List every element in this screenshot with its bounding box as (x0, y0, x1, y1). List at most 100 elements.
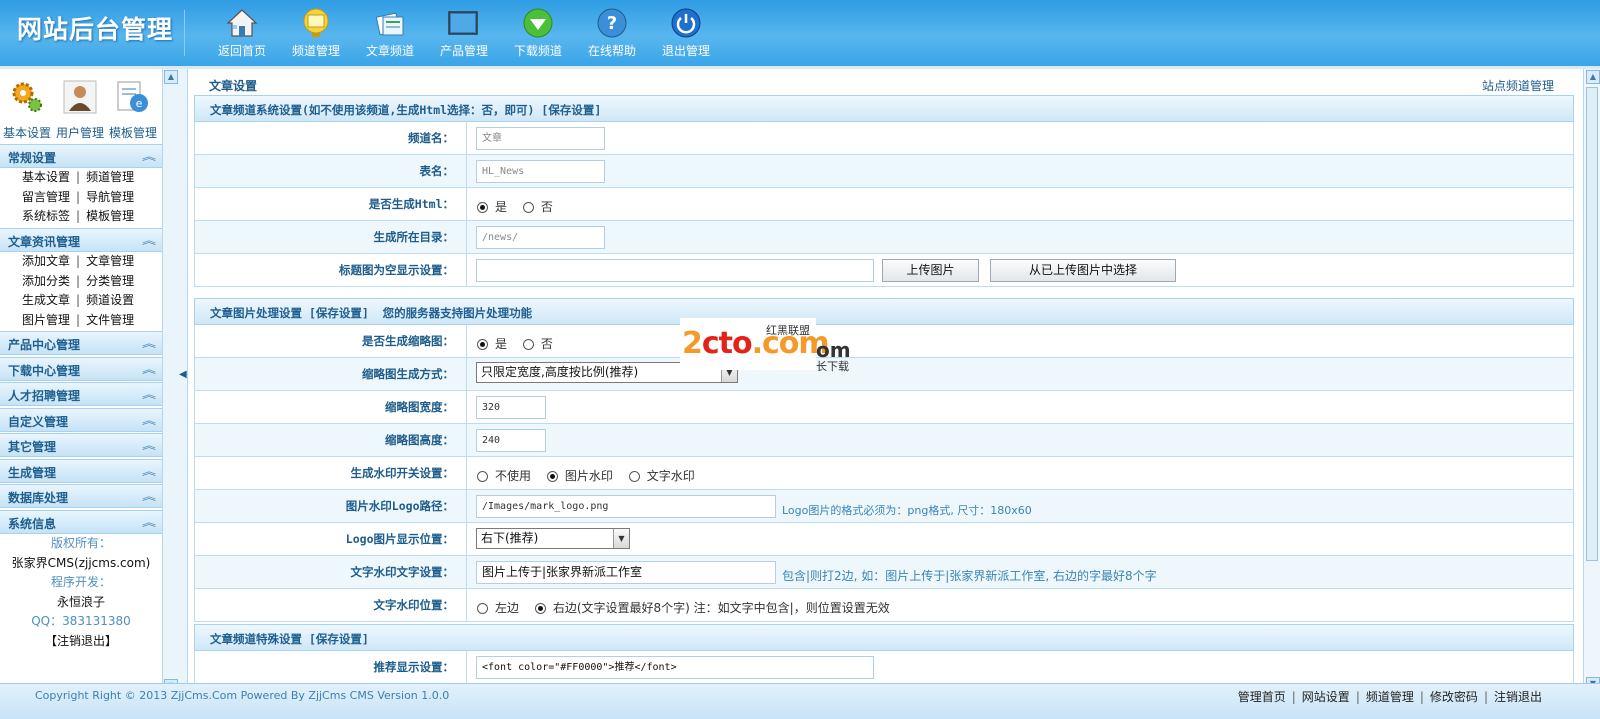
quick-label: 基本设置 (2, 126, 51, 140)
thumb-width-input[interactable]: 320 (476, 396, 546, 419)
row-watermark-switch: 生成水印开关设置： 不使用 图片水印 文字水印 (194, 457, 1574, 490)
nav-logout[interactable]: 退出管理 (649, 4, 723, 62)
table-name-input[interactable]: HL_News (476, 160, 605, 183)
footer-link-site-settings[interactable]: 网站设置 (1302, 690, 1350, 704)
top-header: 网站后台管理 返回首页 频道管理 文章频道 产品管理 下载频道 ? 在线帮助 退… (0, 0, 1600, 66)
group-download-center[interactable]: 下载中心管理 ︽ (0, 357, 162, 381)
group-database[interactable]: 数据库处理 ︽ (0, 484, 162, 508)
help-icon: ? (597, 8, 627, 38)
group-system-info[interactable]: 系统信息 ︽ (0, 510, 162, 534)
menu-add-article[interactable]: 添加文章 (22, 254, 70, 268)
nav-products[interactable]: 产品管理 (427, 4, 501, 62)
generate-dir-input[interactable]: /news/ (476, 226, 605, 249)
watermark-text-radio[interactable] (628, 471, 640, 482)
radio-label: 否 (540, 200, 553, 214)
gen-thumb-no-radio[interactable] (522, 339, 534, 350)
menu-image-manage[interactable]: 图片管理 (22, 313, 70, 327)
logo-format-hint: Logo图片的格式必须为：png格式, 尺寸：180x60 (782, 504, 1032, 517)
articles-icon (375, 12, 404, 36)
row-generate-html: 是否生成Html： 是 否 (194, 188, 1574, 221)
logo-path-input[interactable]: /Images/mark_logo.png (476, 495, 776, 518)
footer-link-channel-manage[interactable]: 频道管理 (1366, 690, 1414, 704)
menu-nav-manage[interactable]: 导航管理 (86, 190, 134, 204)
nav-help[interactable]: ? 在线帮助 (575, 4, 649, 62)
watermark-image-radio[interactable] (546, 471, 558, 482)
scroll-thumb[interactable] (1586, 87, 1598, 561)
menu-system-tags[interactable]: 系统标签 (22, 209, 70, 223)
nav-home[interactable]: 返回首页 (205, 4, 279, 62)
content-scrollbar[interactable]: ▲ ▼ (1583, 69, 1600, 695)
save-settings-link[interactable]: [保存设置] (309, 632, 369, 646)
menu-add-category[interactable]: 添加分类 (22, 274, 70, 288)
svg-text:?: ? (607, 13, 617, 34)
sidebar-toggle[interactable]: ◀ (178, 69, 188, 695)
row-logo-path: 图片水印Logo路径： /Images/mark_logo.png Logo图片… (194, 490, 1574, 523)
nav-channel[interactable]: 频道管理 (279, 4, 353, 62)
radio-label: 是 (495, 200, 508, 214)
scroll-up-button[interactable]: ▲ (164, 70, 178, 84)
footer-link-admin-home[interactable]: 管理首页 (1238, 690, 1286, 704)
menu-article-manage[interactable]: 文章管理 (86, 254, 134, 268)
sidebar-scrollbar[interactable]: ▲ ▼ (162, 69, 178, 695)
footer-link-logout[interactable]: 注销退出 (1494, 690, 1542, 704)
site-channel-manage-link[interactable]: 站点频道管理 (1482, 77, 1554, 94)
group-article-manage[interactable]: 文章资讯管理 ︽ (0, 228, 162, 252)
system-info: 版权所有： 张家界CMS(zjjcms.com) 程序开发： 永恒浪子 QQ：3… (0, 534, 162, 651)
scroll-up-button[interactable]: ▲ (1586, 70, 1600, 84)
footer-link-change-password[interactable]: 修改密码 (1430, 690, 1478, 704)
menu-template-manage[interactable]: 模板管理 (86, 209, 134, 223)
footer: Copyright Right © 2013 ZjjCms.Com Powere… (0, 683, 1600, 719)
quick-basic-settings[interactable]: 基本设置 (0, 75, 54, 141)
recommend-display-input[interactable]: <font color="#FF0000">推荐</font> (476, 656, 874, 679)
field-label: 是否生成Html： (195, 188, 467, 221)
logo-position-select[interactable]: 右下(推荐) ▼ (476, 528, 630, 549)
row-generate-dir: 生成所在目录： /news/ (194, 221, 1574, 254)
collapse-icon: ︽ (142, 339, 156, 350)
thumb-height-input[interactable]: 240 (476, 429, 546, 452)
gen-thumb-yes-radio[interactable] (477, 339, 488, 350)
menu-channel-settings[interactable]: 频道设置 (86, 293, 134, 307)
menu-category-manage[interactable]: 分类管理 (86, 274, 134, 288)
power-icon (671, 8, 701, 38)
text-wm-left-radio[interactable] (477, 603, 488, 614)
collapse-icon: ︽ (142, 416, 156, 427)
group-recruit[interactable]: 人才招聘管理 ︽ (0, 382, 162, 406)
group-generate[interactable]: 生成管理 ︽ (0, 459, 162, 483)
group-other[interactable]: 其它管理 ︽ (0, 433, 162, 457)
group-custom[interactable]: 自定义管理 ︽ (0, 408, 162, 432)
save-settings-link[interactable]: [保存设置] (309, 306, 369, 320)
menu-channel-manage[interactable]: 频道管理 (86, 170, 134, 184)
quick-template-manage[interactable]: e 模板管理 (106, 75, 160, 141)
gen-html-no-radio[interactable] (522, 202, 534, 213)
field-label: 频道名： (195, 122, 467, 155)
menu-generate-article[interactable]: 生成文章 (22, 293, 70, 307)
nav-download[interactable]: 下载频道 (501, 4, 575, 62)
section-article-system: 文章频道系统设置(如不使用该频道,生成Html选择：否，即可) [保存设置] (194, 95, 1574, 122)
watermark-cn: 红黑联盟 (766, 324, 810, 337)
choose-uploaded-image-button[interactable]: 从已上传图片中选择 (990, 259, 1176, 282)
upload-image-button[interactable]: 上传图片 (882, 259, 979, 282)
gen-html-yes-radio[interactable] (477, 202, 488, 213)
collapse-icon: ︽ (142, 467, 156, 478)
logout-link[interactable]: 【注销退出】 (45, 634, 117, 648)
text-watermark-input[interactable]: 图片上传于|张家界新派工作室 (476, 561, 776, 584)
text-wm-right-radio[interactable] (534, 603, 546, 614)
menu-file-manage[interactable]: 文件管理 (86, 313, 134, 327)
field-label: 缩略图宽度： (195, 391, 467, 424)
divider (184, 10, 185, 56)
title-image-input[interactable] (476, 259, 874, 282)
menu-message-manage[interactable]: 留言管理 (22, 190, 70, 204)
save-settings-link[interactable]: [保存设置] (541, 103, 601, 117)
collapse-icon: ︽ (142, 518, 156, 529)
group-general-settings[interactable]: 常规设置 ︽ (0, 144, 162, 168)
main-content: 文章设置 站点频道管理 文章频道系统设置(如不使用该频道,生成Html选择：否，… (188, 69, 1588, 695)
nav-label: 退出管理 (661, 44, 710, 58)
group-product-center[interactable]: 产品中心管理 ︽ (0, 331, 162, 355)
menu-basic-settings[interactable]: 基本设置 (22, 170, 70, 184)
quick-user-manage[interactable]: 用户管理 (53, 75, 107, 141)
watermark-none-radio[interactable] (477, 471, 488, 482)
channel-name-input[interactable]: 文章 (476, 127, 605, 150)
collapse-icon: ︽ (142, 236, 156, 247)
collapse-icon: ︽ (142, 441, 156, 452)
nav-articles[interactable]: 文章频道 (353, 4, 427, 62)
